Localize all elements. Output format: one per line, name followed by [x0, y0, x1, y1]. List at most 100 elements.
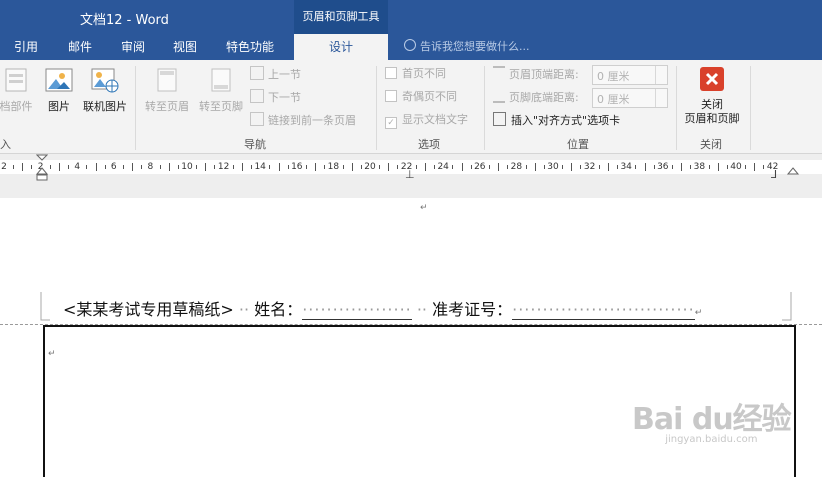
ruler-tick — [168, 163, 170, 171]
goto-header-button[interactable]: 转至页眉 — [140, 66, 194, 114]
tab-stop-center-icon[interactable]: ⊥ — [405, 168, 415, 181]
previous-section-button[interactable]: 上一节 — [250, 66, 301, 82]
ruler-tick — [461, 163, 463, 171]
goto-footer-label: 转至页脚 — [199, 100, 243, 113]
footer-bottom-distance-input[interactable]: 0 厘米 — [592, 88, 668, 108]
spinner-arrows-icon[interactable] — [655, 66, 667, 84]
document-parts-label: 档部件 — [0, 100, 33, 113]
show-document-text-checkbox[interactable]: ✓ 显示文档文字 — [385, 112, 468, 129]
ruler-tick — [754, 163, 756, 171]
picture-button[interactable]: 图片 — [42, 66, 76, 114]
checkbox-checked-icon: ✓ — [385, 117, 397, 129]
group-divider — [376, 66, 377, 150]
different-first-page-checkbox[interactable]: 首页不同 — [385, 66, 446, 82]
ruler-number: 6 — [110, 162, 117, 172]
indent-marker-icon[interactable] — [36, 154, 48, 182]
ruler-number: 20 — [364, 162, 376, 172]
insert-alignment-tab-label: 插入"对齐方式"选项卡 — [511, 114, 621, 127]
tell-me-search[interactable]: 告诉我您想要做什么... — [404, 34, 530, 60]
ruler-tick — [763, 165, 765, 169]
context-tab-group-label: 页眉和页脚工具 — [294, 0, 388, 34]
close-label-line1: 关闭 — [701, 98, 723, 111]
ruler-tick — [424, 163, 426, 171]
ruler-tick — [397, 165, 399, 169]
different-odd-even-checkbox[interactable]: 奇偶页不同 — [385, 89, 457, 105]
ruler-tick — [205, 163, 207, 171]
baidu-watermark: Bai du经验 jingyan.baidu.com — [632, 394, 792, 445]
header-content[interactable]: <某某考试专用草稿纸> ·· 姓名：·················· ·· … — [63, 296, 702, 320]
ruler-tick — [525, 165, 527, 169]
insert-group-label: 入 — [0, 138, 11, 151]
tab-design[interactable]: 设计 — [294, 34, 388, 60]
name-blank[interactable]: ·················· — [302, 300, 412, 320]
ruler-tick — [607, 163, 609, 171]
ruler-number: 32 — [583, 162, 596, 172]
ribbon-tab-row: 引用 邮件 审阅 视图 特色功能 设计 告诉我您想要做什么... — [0, 34, 822, 60]
window-title: 文档12 - Word — [80, 13, 169, 28]
goto-footer-icon — [211, 68, 231, 92]
header-top-distance-label: 页眉顶端距离: — [493, 66, 579, 82]
ruler-tick — [177, 165, 179, 169]
goto-footer-button[interactable]: 转至页脚 — [194, 66, 248, 114]
tell-me-text: 告诉我您想要做什么... — [420, 40, 530, 53]
lightbulb-icon — [404, 39, 416, 51]
ruler-tick — [159, 165, 161, 169]
exam-number-blank[interactable]: ······························ — [512, 300, 695, 320]
ruler-number: 30 — [547, 162, 559, 172]
ruler-tick — [13, 165, 15, 169]
ruler-tick — [562, 165, 564, 169]
next-section-button[interactable]: 下一节 — [250, 89, 301, 105]
ruler-tick — [671, 165, 673, 169]
document-parts-button[interactable]: 档部件 — [0, 66, 36, 114]
close-header-footer-button[interactable]: 关闭 页眉和页脚 — [678, 66, 746, 126]
ruler-tick — [379, 165, 381, 169]
tab-mailings[interactable]: 邮件 — [68, 34, 92, 60]
ruler-tick — [324, 165, 326, 169]
ruler-number: 26 — [474, 162, 486, 172]
checkbox-icon — [385, 67, 397, 79]
ruler-number: 24 — [437, 162, 449, 172]
ruler-number: 38 — [693, 162, 706, 172]
tab-stop-right-icon[interactable]: ⅃ — [771, 168, 777, 181]
ruler-tick — [269, 165, 271, 169]
next-section-label: 下一节 — [268, 91, 301, 104]
ruler-tick — [507, 165, 509, 169]
ruler-tick — [388, 163, 390, 171]
paragraph-mark: ↵ — [48, 349, 56, 359]
ruler-tick — [745, 165, 747, 169]
tab-review[interactable]: 审阅 — [121, 34, 145, 60]
group-divider — [135, 66, 136, 150]
ruler-tick — [415, 165, 417, 169]
watermark-main-text: Bai du经验 — [632, 402, 792, 437]
tab-view[interactable]: 视图 — [173, 34, 197, 60]
previous-section-label: 上一节 — [268, 68, 301, 81]
ruler-tick — [681, 163, 683, 171]
ruler-tick — [351, 163, 353, 171]
online-picture-icon — [91, 68, 119, 93]
ruler-tick — [571, 163, 573, 171]
ruler-tick — [305, 165, 307, 169]
document-page[interactable]: ↵ <某某考试专用草稿纸> ·· 姓名：·················· ·… — [0, 198, 822, 477]
ruler-tick — [726, 165, 728, 169]
ruler-tick — [580, 165, 582, 169]
right-indent-marker-icon[interactable] — [787, 166, 799, 180]
spinner-arrows-icon[interactable] — [655, 89, 667, 107]
ruler-number: 8 — [147, 162, 154, 172]
checkbox-icon — [385, 90, 397, 102]
paragraph-mark: ↵ — [694, 308, 703, 318]
tab-references[interactable]: 引用 — [14, 34, 38, 60]
tab-special-features[interactable]: 特色功能 — [226, 34, 274, 60]
ruler-number: 16 — [291, 162, 303, 172]
insert-alignment-tab-button[interactable]: 插入"对齐方式"选项卡 — [493, 112, 620, 128]
ruler-tick — [49, 165, 51, 169]
ruler-tick — [95, 163, 97, 171]
name-label: 姓名： — [254, 300, 303, 319]
link-to-previous-button[interactable]: 链接到前一条页眉 — [250, 112, 356, 128]
link-to-previous-label: 链接到前一条页眉 — [268, 114, 356, 127]
navigation-group-label: 导航 — [244, 138, 266, 151]
ruler-tick — [287, 165, 289, 169]
ruler-tick — [31, 165, 33, 169]
online-picture-button[interactable]: 联机图片 — [80, 66, 130, 114]
options-group-label: 选项 — [418, 138, 440, 151]
header-top-distance-input[interactable]: 0 厘米 — [592, 65, 668, 85]
